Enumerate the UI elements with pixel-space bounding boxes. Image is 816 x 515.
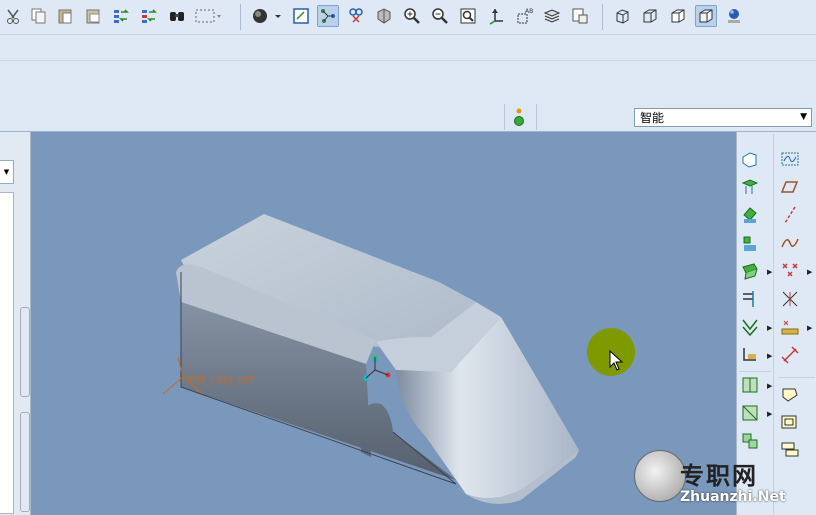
sweep-icon[interactable] [739, 260, 761, 282]
csys-icon[interactable] [779, 288, 801, 310]
orient-icon[interactable] [373, 5, 395, 27]
refit-icon[interactable] [457, 5, 479, 27]
selection-filter-value: 智能 [640, 111, 665, 125]
appearance-icon[interactable] [723, 5, 745, 27]
panel-splitter-handle[interactable] [20, 307, 30, 397]
csys-label: PRT_CSYS_DEF [189, 376, 256, 386]
copy-icon[interactable] [27, 5, 49, 27]
traffic-light-icon[interactable] [512, 107, 526, 127]
watermark-logo-icon [634, 450, 686, 502]
cut-icon[interactable] [2, 5, 24, 27]
view-manager-icon[interactable] [345, 5, 367, 27]
toolbar-group-divider [779, 377, 815, 378]
main-toolbar: AB [0, 0, 816, 35]
paste-icon[interactable] [54, 5, 76, 27]
datum-point-icon[interactable] [779, 260, 801, 282]
view-iso-icon[interactable] [695, 5, 717, 27]
sketch-curve-icon[interactable] [779, 148, 801, 170]
flyout-arrow-icon[interactable]: ▶ [807, 268, 812, 276]
regenerate-icon[interactable] [110, 5, 132, 27]
analysis-icon[interactable] [779, 316, 801, 338]
toolbar-separator [240, 4, 241, 30]
chamfer-icon[interactable] [739, 402, 761, 424]
watermark-url: Zhuanzhi.Net [680, 489, 786, 505]
revolve-icon[interactable] [739, 232, 761, 254]
ribbon-divider [0, 60, 816, 61]
mouse-cursor-icon [609, 349, 624, 372]
zoom-in-icon[interactable] [401, 5, 423, 27]
select-box-icon[interactable] [193, 5, 223, 27]
regenerate-manager-icon[interactable] [138, 5, 160, 27]
model-tree-icon[interactable] [569, 5, 591, 27]
toolbar-column-divider [773, 134, 774, 514]
datum-plane-icon[interactable] [739, 148, 761, 170]
rib-icon[interactable] [779, 344, 801, 366]
navigator-panel: ▼ [0, 132, 31, 515]
status-separator [536, 104, 537, 130]
model-tree-area[interactable] [0, 192, 14, 514]
shell-icon[interactable] [739, 344, 761, 366]
panel-collapse-toggle[interactable]: ▼ [0, 160, 14, 184]
chevron-down-icon[interactable] [272, 5, 284, 27]
datum-axis-line-icon[interactable] [779, 204, 801, 226]
find-icon[interactable] [166, 5, 188, 27]
watermark-text: 专职网 [680, 461, 758, 490]
spin-center-icon[interactable] [317, 5, 339, 27]
graphics-viewport[interactable]: PRT_CSYS_DEF [31, 132, 736, 515]
pattern-icon[interactable] [779, 412, 801, 434]
zoom-out-icon[interactable] [429, 5, 451, 27]
toolbar-separator [602, 4, 603, 30]
redraw-icon[interactable] [290, 5, 312, 27]
datum-axis-icon[interactable] [739, 176, 761, 198]
flyout-arrow-icon[interactable]: ▶ [807, 324, 812, 332]
mirror-icon[interactable] [739, 430, 761, 452]
merge-icon[interactable] [779, 438, 801, 460]
view-front-icon[interactable] [639, 5, 661, 27]
selection-filter-select[interactable]: 智能 ▼ [634, 108, 812, 127]
datum-plane-offset-icon[interactable] [779, 176, 801, 198]
paste-special-icon[interactable] [82, 5, 104, 27]
view-side-icon[interactable] [667, 5, 689, 27]
hole-icon[interactable] [739, 316, 761, 338]
blend-icon[interactable] [739, 288, 761, 310]
flyout-arrow-icon[interactable]: ▶ [767, 324, 772, 332]
annotation-display-icon[interactable]: AB [513, 5, 535, 27]
datum-display-icon[interactable] [485, 5, 507, 27]
round-icon[interactable] [779, 384, 801, 406]
extrude-icon[interactable] [739, 204, 761, 226]
shading-icon[interactable] [249, 5, 271, 27]
chevron-down-icon: ▼ [800, 112, 807, 122]
view-standard-icon[interactable] [611, 5, 633, 27]
status-separator [504, 104, 505, 130]
layers-icon[interactable] [541, 5, 563, 27]
svg-text:AB: AB [525, 8, 533, 15]
datum-curve-icon[interactable] [779, 232, 801, 254]
flyout-arrow-icon[interactable]: ▶ [767, 352, 772, 360]
part-model: PRT_CSYS_DEF [162, 214, 579, 504]
toolbar-group-divider [739, 371, 771, 372]
draft-icon[interactable] [739, 374, 761, 396]
flyout-arrow-icon[interactable]: ▶ [767, 410, 772, 418]
flyout-arrow-icon[interactable]: ▶ [767, 268, 772, 276]
panel-splitter-handle[interactable] [20, 412, 30, 512]
flyout-arrow-icon[interactable]: ▶ [767, 382, 772, 390]
